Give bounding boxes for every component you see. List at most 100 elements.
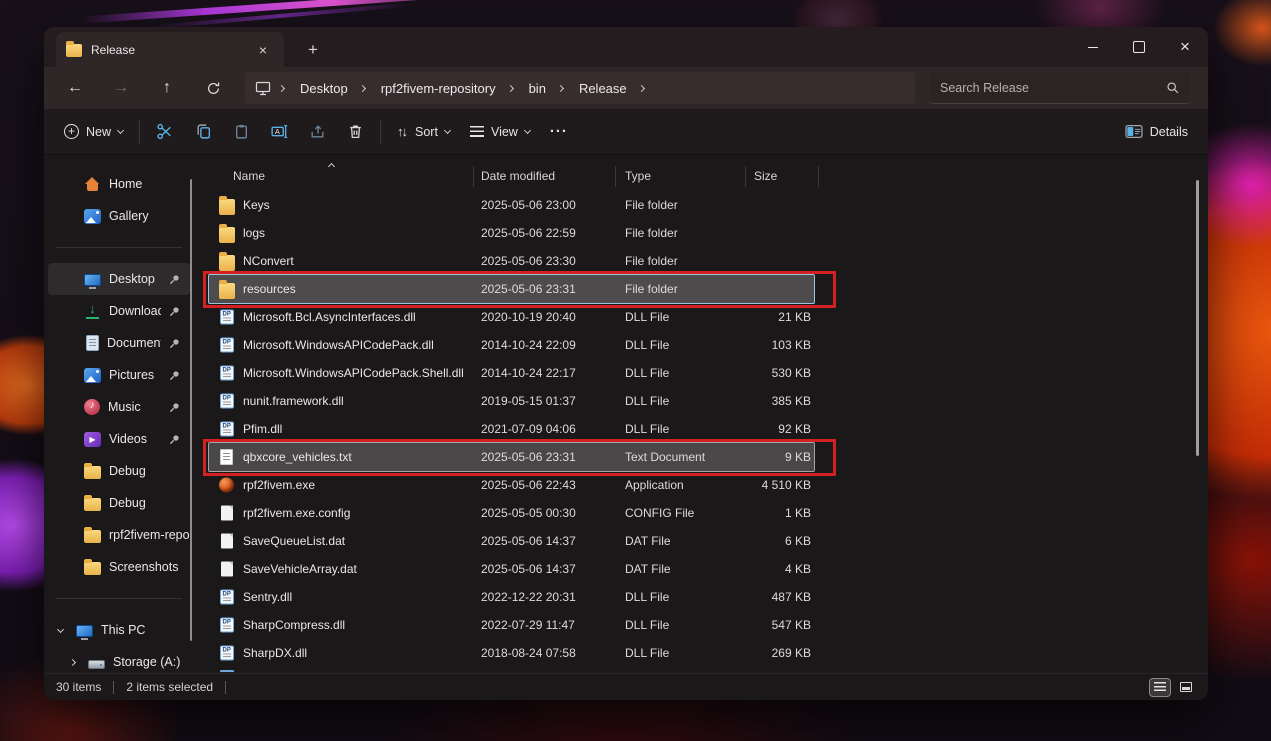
new-button[interactable]: New xyxy=(54,115,133,149)
sidebar-item[interactable]: This PC xyxy=(48,614,190,646)
minimize-button[interactable] xyxy=(1070,27,1116,67)
column-divider[interactable] xyxy=(473,166,474,187)
file-row[interactable]: SharpCompress.dll 2022-07-29 11:47 DLL F… xyxy=(209,611,814,639)
details-button-label: Details xyxy=(1150,125,1188,139)
breadcrumb-item[interactable]: rpf2fivem-repository xyxy=(373,78,504,99)
copy-button[interactable] xyxy=(184,115,222,149)
sidebar-item[interactable]: Videos xyxy=(48,423,190,455)
sidebar-item[interactable]: Debug xyxy=(48,487,190,519)
file-list-scrollbar[interactable] xyxy=(1196,180,1199,456)
chevron-right-icon[interactable] xyxy=(507,84,514,91)
breadcrumb-item[interactable]: Desktop xyxy=(292,78,356,99)
file-name: SaveQueueList.dat xyxy=(243,534,345,548)
expand-chevron-icon[interactable] xyxy=(57,625,64,632)
sidebar-item[interactable]: Debug xyxy=(48,455,190,487)
sidebar-item[interactable]: Home xyxy=(48,168,190,200)
file-row[interactable]: SaveVehicleArray.dat 2025-05-06 14:37 DA… xyxy=(209,555,814,583)
file-row[interactable]: logs 2025-05-06 22:59 File folder xyxy=(209,219,814,247)
file-row[interactable]: nunit.framework.dll 2019-05-15 01:37 DLL… xyxy=(209,387,814,415)
chevron-down-icon xyxy=(444,126,451,133)
chevron-right-icon[interactable] xyxy=(638,84,645,91)
file-type: File folder xyxy=(625,254,678,268)
column-divider[interactable] xyxy=(818,166,819,187)
sidebar-item[interactable]: Gallery xyxy=(48,200,190,232)
column-header-type[interactable]: Type xyxy=(625,169,651,183)
pin-icon xyxy=(169,402,180,413)
file-row[interactable]: Microsoft.WindowsAPICodePack.Shell.dll 2… xyxy=(209,359,814,387)
file-type: CONFIG File xyxy=(625,506,694,520)
file-icon xyxy=(220,338,234,353)
file-row[interactable]: rpf2fivem.exe.config 2025-05-05 00:30 CO… xyxy=(209,499,814,527)
sidebar-item-icon xyxy=(88,660,105,669)
refresh-button[interactable] xyxy=(190,70,236,106)
file-row[interactable]: Microsoft.Bcl.AsyncInterfaces.dll 2020-1… xyxy=(209,303,814,331)
details-view-toggle[interactable] xyxy=(1150,679,1170,696)
sidebar-item[interactable]: Pictures xyxy=(48,359,190,391)
sidebar-item-icon xyxy=(76,625,93,637)
sidebar-item[interactable]: Documents xyxy=(48,327,190,359)
file-type: DLL File xyxy=(625,338,669,352)
up-button[interactable] xyxy=(144,70,190,106)
cut-button[interactable] xyxy=(146,115,184,149)
close-button[interactable] xyxy=(1162,27,1208,67)
delete-button[interactable] xyxy=(336,115,374,149)
tab-release[interactable]: Release xyxy=(56,32,284,67)
sort-button[interactable]: Sort xyxy=(387,115,460,149)
sidebar-item[interactable]: Desktop xyxy=(48,263,190,295)
breadcrumb-item[interactable]: Release xyxy=(571,78,635,99)
column-divider[interactable] xyxy=(745,166,746,187)
chevron-right-icon[interactable] xyxy=(557,84,564,91)
file-row[interactable]: qbxcore_vehicles.txt 2025-05-06 23:31 Te… xyxy=(209,443,814,471)
chevron-right-icon[interactable] xyxy=(359,84,366,91)
sidebar-item[interactable]: rpf2fivem-repos xyxy=(48,519,190,551)
search-box[interactable] xyxy=(930,72,1190,104)
share-icon xyxy=(309,123,326,140)
forward-button[interactable] xyxy=(98,70,144,106)
maximize-button[interactable] xyxy=(1116,27,1162,67)
file-row[interactable]: Keys 2025-05-06 23:00 File folder xyxy=(209,191,814,219)
file-row[interactable]: SaveQueueList.dat 2025-05-06 14:37 DAT F… xyxy=(209,527,814,555)
sidebar-item[interactable]: Screenshots xyxy=(48,551,190,583)
column-header-size[interactable]: Size xyxy=(754,169,777,183)
thumbnail-view-toggle[interactable] xyxy=(1176,679,1196,696)
breadcrumb-segment: Desktop xyxy=(292,78,373,99)
sidebar-item-icon xyxy=(84,274,101,286)
new-tab-button[interactable] xyxy=(300,37,326,63)
sidebar-item-label: Gallery xyxy=(109,209,149,223)
file-row[interactable]: rpf2fivem.exe 2025-05-06 22:43 Applicati… xyxy=(209,471,814,499)
file-icon xyxy=(220,590,234,605)
sidebar-scrollbar[interactable] xyxy=(190,179,192,641)
sidebar-item[interactable]: Storage (A:) xyxy=(48,646,190,673)
tab-close-icon[interactable] xyxy=(252,39,274,61)
sidebar-item-label: Debug xyxy=(109,464,146,478)
rename-button[interactable]: A xyxy=(260,115,298,149)
toolbar-divider xyxy=(380,120,381,144)
search-input[interactable] xyxy=(940,81,1166,95)
column-header-date-modified[interactable]: Date modified xyxy=(481,169,555,183)
file-row[interactable]: Pfim.dll 2021-07-09 04:06 DLL File 92 KB xyxy=(209,415,814,443)
sidebar-item[interactable]: Downloads xyxy=(48,295,190,327)
file-row[interactable]: Sentry.dll 2022-12-22 20:31 DLL File 487… xyxy=(209,583,814,611)
view-button[interactable]: View xyxy=(460,115,540,149)
file-row[interactable]: NConvert 2025-05-06 23:30 File folder xyxy=(209,247,814,275)
column-divider[interactable] xyxy=(615,166,616,187)
pin-icon xyxy=(169,338,180,349)
back-button[interactable] xyxy=(52,70,98,106)
expand-chevron-icon[interactable] xyxy=(69,658,76,665)
paste-button[interactable] xyxy=(222,115,260,149)
file-row[interactable]: Microsoft.WindowsAPICodePack.dll 2014-10… xyxy=(209,331,814,359)
file-icon xyxy=(221,534,233,549)
file-date-modified: 2025-05-06 23:31 xyxy=(481,450,576,464)
column-header-name[interactable]: Name xyxy=(233,169,265,183)
file-type: DLL File xyxy=(625,618,669,632)
breadcrumb-item[interactable]: bin xyxy=(521,78,554,99)
file-row[interactable]: resources 2025-05-06 23:31 File folder xyxy=(209,275,814,303)
sidebar-item[interactable]: Music xyxy=(48,391,190,423)
more-options-button[interactable] xyxy=(540,115,578,149)
details-pane-button[interactable]: Details xyxy=(1115,115,1198,149)
share-button[interactable] xyxy=(298,115,336,149)
paste-icon xyxy=(233,123,250,140)
file-row[interactable]: SharpDX.dll 2018-08-24 07:58 DLL File 26… xyxy=(209,639,814,667)
chevron-right-icon xyxy=(278,84,285,91)
sidebar-item-label: Screenshots xyxy=(109,560,178,574)
